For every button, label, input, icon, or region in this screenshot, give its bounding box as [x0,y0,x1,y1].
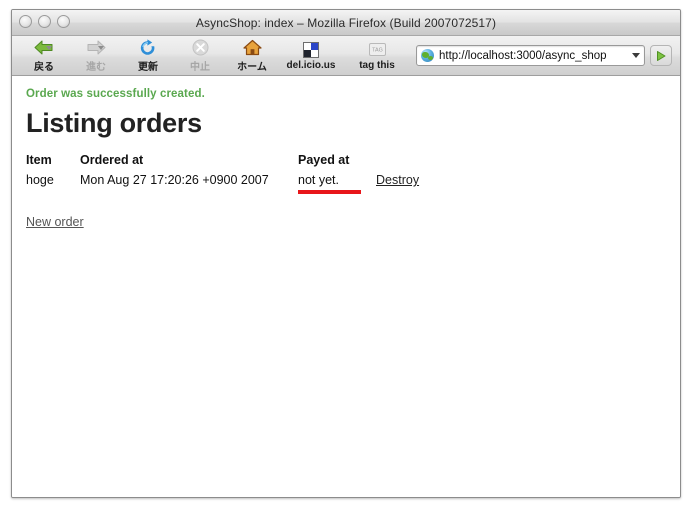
reload-button[interactable]: 更新 [122,37,174,75]
destroy-link[interactable]: Destroy [376,173,419,187]
forward-arrow-icon [86,39,106,57]
globe-favicon [421,49,434,62]
back-button[interactable]: 戻る [18,37,70,75]
payed-at-value-wrap: not yet. [298,173,361,194]
browser-toolbar: 戻る 進む 更新 中止 ホーム del.icio.us TAG tag this… [12,36,680,76]
tag-this-button[interactable]: TAG tag this [344,37,410,75]
cell-ordered-at: Mon Aug 27 17:20:26 +0900 2007 [80,173,269,187]
delicious-icon [303,41,319,59]
column-header-ordered-at: Ordered at [80,153,144,167]
screenshot-root: AsyncShop: index – Mozilla Firefox (Buil… [0,0,700,525]
window-controls [19,15,70,28]
new-order-container: New order [26,215,666,229]
home-button-label: ホーム [237,61,267,73]
table-header-row: Item Ordered at Payed at [26,153,419,173]
minimize-button[interactable] [38,15,51,28]
stop-button[interactable]: 中止 [174,37,226,75]
go-arrow-icon [655,50,667,62]
close-button[interactable] [19,15,32,28]
column-header-payed-at: Payed at [298,153,350,167]
stop-button-label: 中止 [190,61,210,73]
tag-this-button-label: tag this [359,59,395,71]
delicious-button[interactable]: del.icio.us [278,37,344,75]
chevron-down-icon[interactable] [632,53,640,58]
stop-icon [192,39,209,57]
forward-dropdown-icon[interactable] [98,45,104,50]
window-title: AsyncShop: index – Mozilla Firefox (Buil… [195,15,497,30]
page-content: Order was successfully created. Listing … [12,76,680,497]
back-button-label: 戻る [34,61,54,73]
payed-at-value: not yet. [298,173,339,187]
window-titlebar: AsyncShop: index – Mozilla Firefox (Buil… [12,10,680,36]
new-order-link[interactable]: New order [26,215,84,229]
cell-actions: Destroy [376,173,419,187]
go-button[interactable] [650,45,672,66]
cell-payed-at: not yet. [298,173,376,194]
browser-window: AsyncShop: index – Mozilla Firefox (Buil… [11,9,681,498]
flash-notice: Order was successfully created. [26,88,205,100]
address-bar[interactable]: http://localhost:3000/async_shop [416,45,645,66]
page-title: Listing orders [26,108,202,138]
address-bar-url: http://localhost:3000/async_shop [439,49,607,62]
reload-button-label: 更新 [138,61,158,73]
back-arrow-icon [34,39,54,57]
tag-icon: TAG [368,41,386,59]
address-bar-container: http://localhost:3000/async_shop [416,45,680,66]
column-header-actions [376,153,419,173]
cell-item: hoge [26,173,54,187]
zoom-button[interactable] [57,15,70,28]
home-button[interactable]: ホーム [226,37,278,75]
column-header-item: Item [26,153,52,167]
home-icon [242,39,262,57]
delicious-button-label: del.icio.us [286,59,336,71]
table-row: hoge Mon Aug 27 17:20:26 +0900 2007 not … [26,173,419,194]
orders-table-head: Item Ordered at Payed at [26,153,419,173]
orders-table-body: hoge Mon Aug 27 17:20:26 +0900 2007 not … [26,173,419,194]
forward-button[interactable]: 進む [70,37,122,75]
svg-text:TAG: TAG [372,48,383,54]
forward-button-label: 進む [86,61,106,73]
reload-icon [139,38,157,57]
red-underline-annotation [298,190,361,194]
back-dropdown-icon[interactable] [46,45,52,50]
orders-table: Item Ordered at Payed at hoge Mon Aug 27… [26,153,419,194]
